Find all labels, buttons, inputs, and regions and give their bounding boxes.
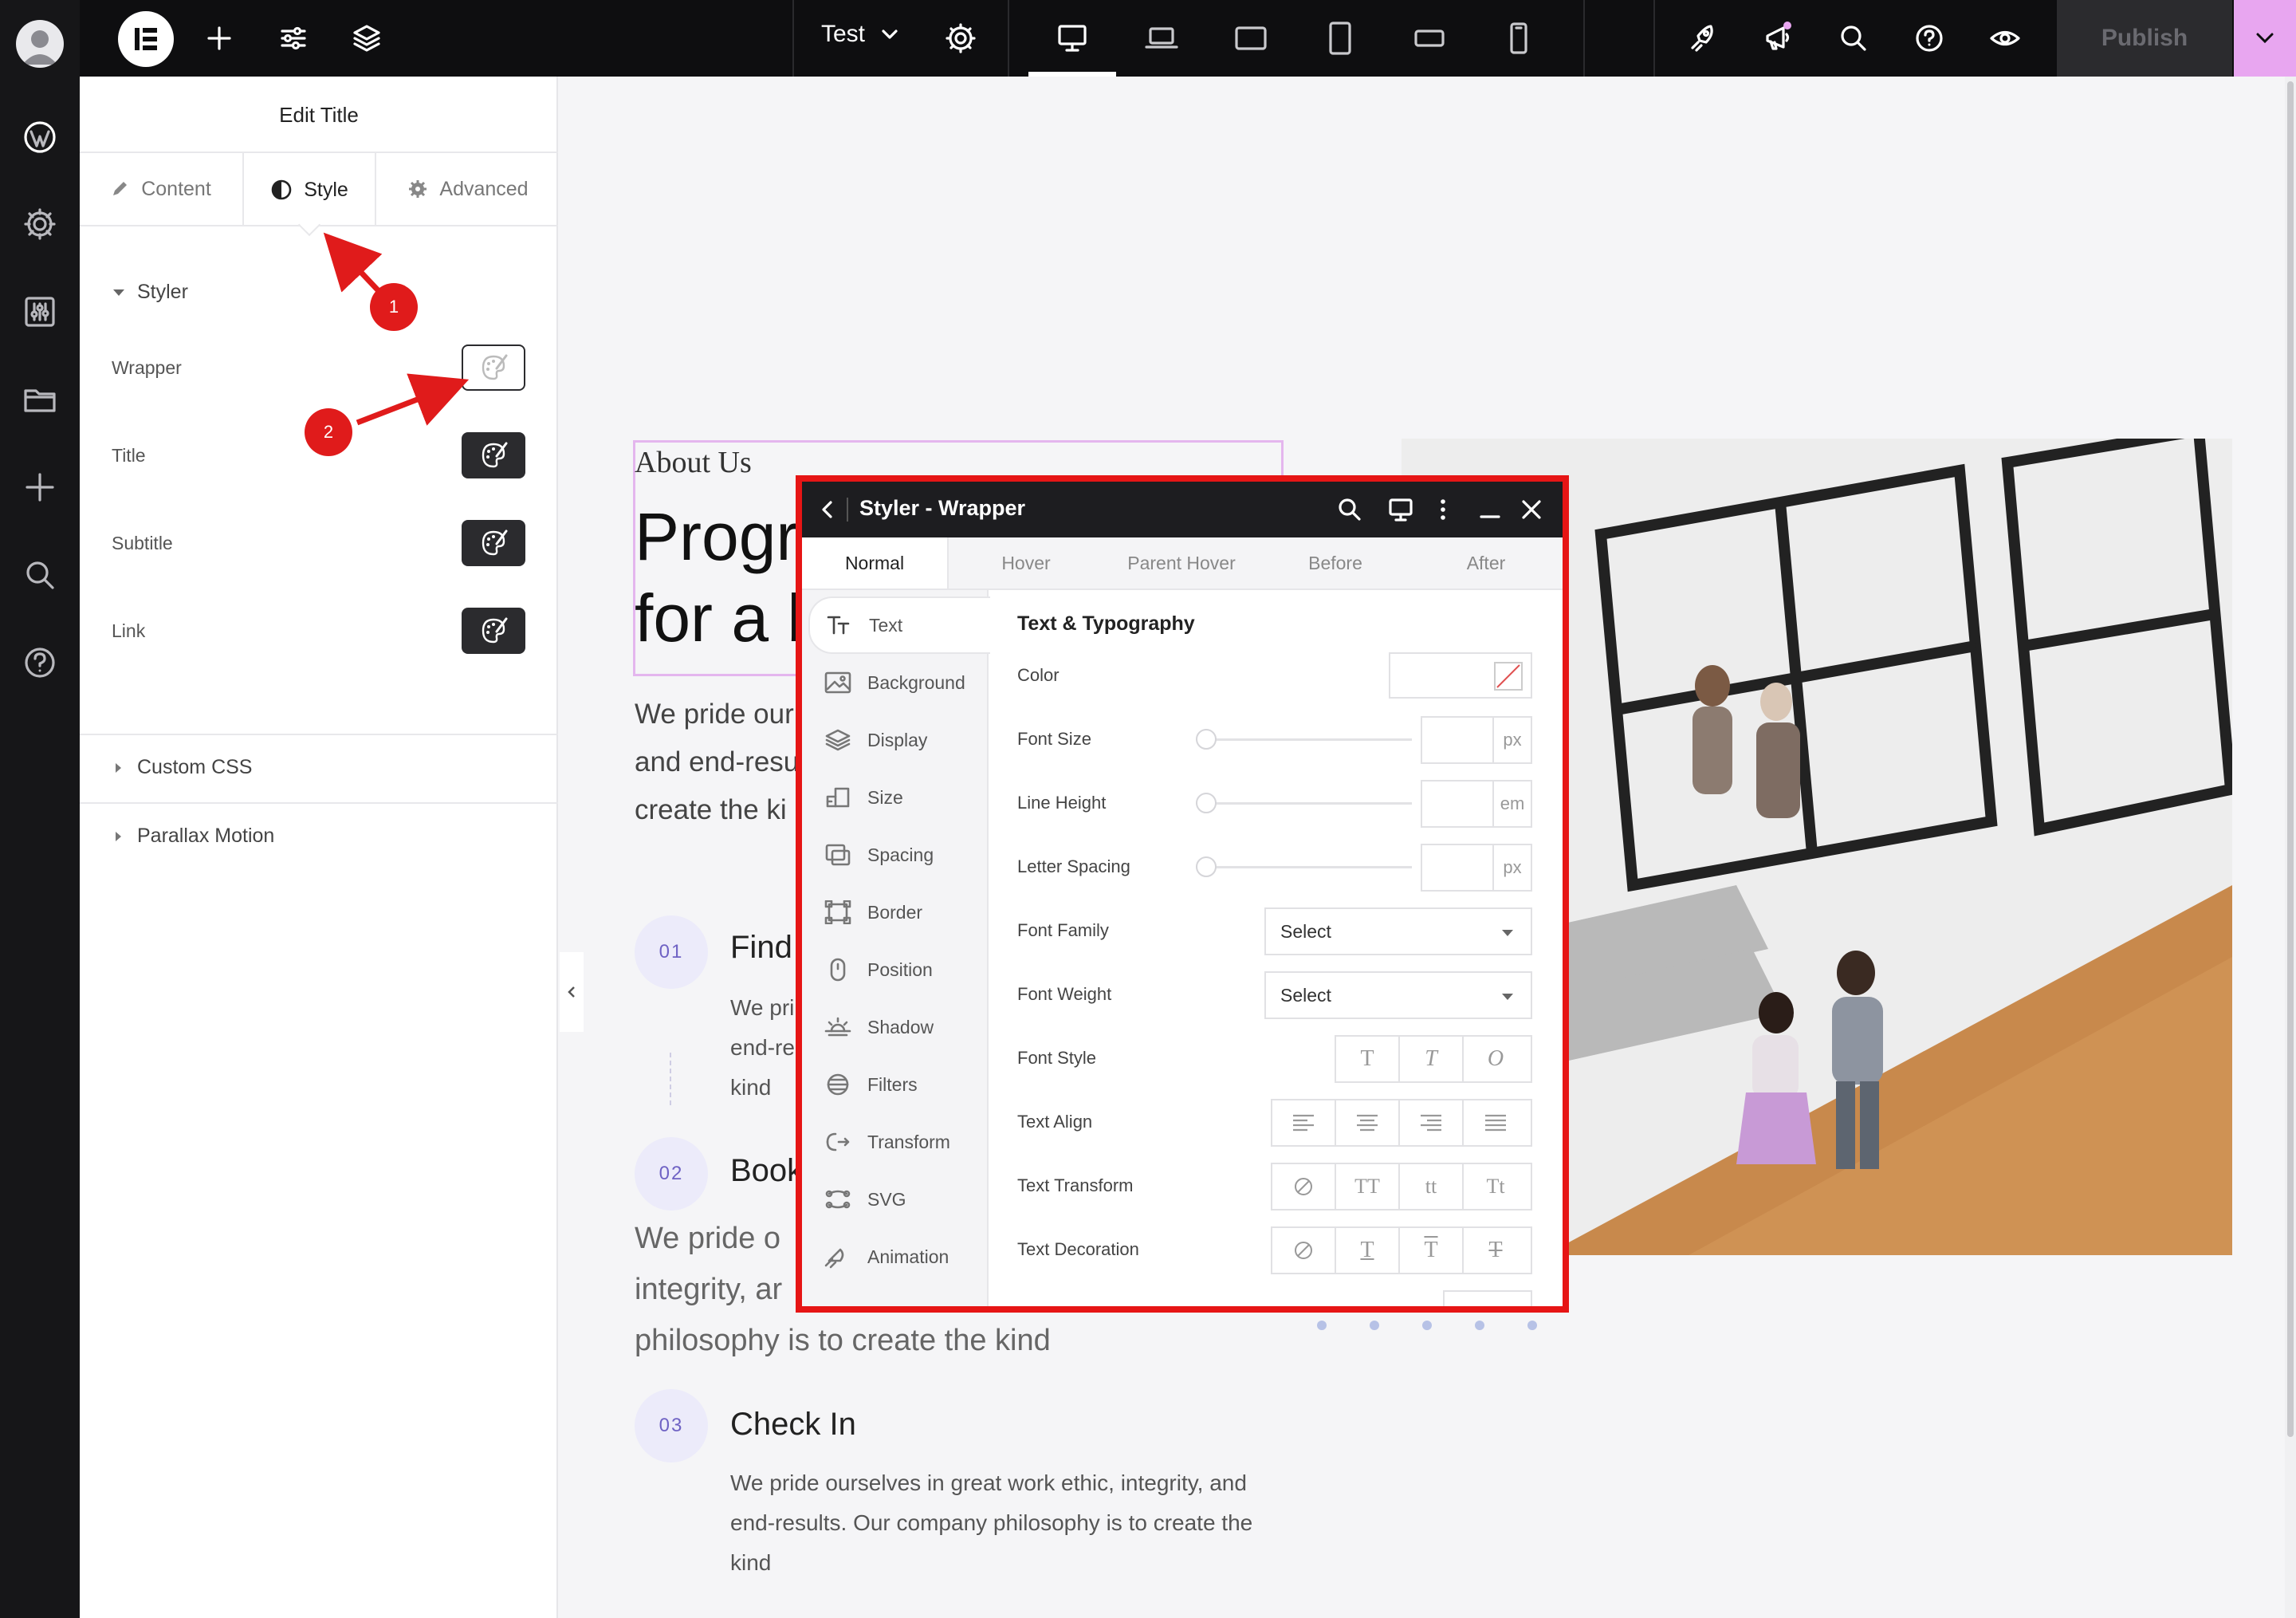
annotation-step-2: 2 [305,408,352,456]
annotation-step-1: 1 [370,283,418,331]
tutorial-arrows [323,232,470,426]
